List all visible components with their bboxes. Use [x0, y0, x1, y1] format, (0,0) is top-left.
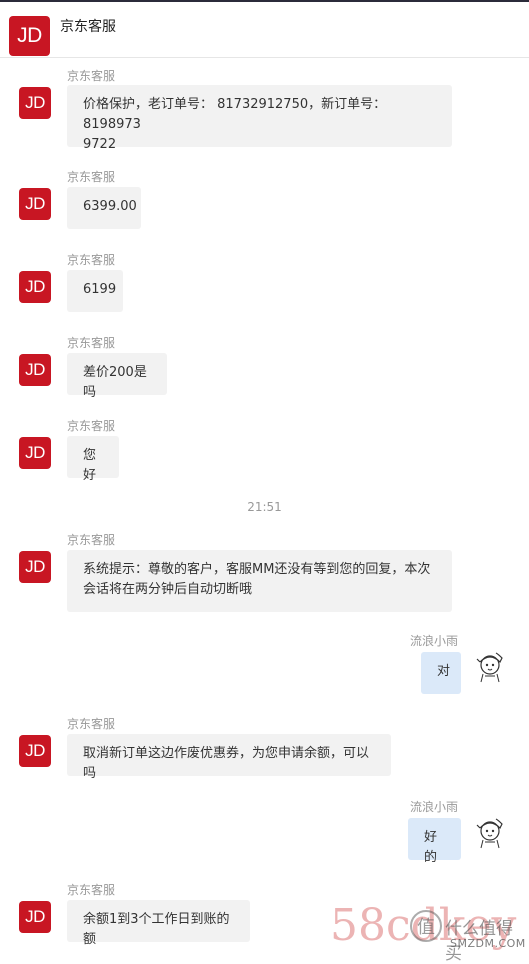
chat-title: 京东客服	[60, 19, 116, 35]
agent-name: 京东客服	[67, 533, 116, 547]
agent-name: 京东客服	[67, 883, 116, 897]
agent-name: 京东客服	[67, 69, 116, 83]
jd-logo: JD	[9, 16, 50, 56]
agent-name: 京东客服	[67, 336, 116, 350]
message-text: 会话将在两分钟后自动切断哦	[83, 582, 253, 597]
agent-avatar: JD	[19, 354, 51, 386]
message-text: 6199	[83, 282, 117, 297]
message-text: 好的	[424, 830, 438, 865]
agent-avatar: JD	[19, 551, 51, 583]
user-message-bubble[interactable]: 好的	[408, 818, 461, 865]
agent-avatar: JD	[19, 735, 51, 767]
user-name: 流浪小雨	[410, 800, 459, 814]
message-bubble[interactable]: 价格保护，老订单号： 81732912750，新订单号： 8198973 972…	[67, 85, 452, 152]
message-text: 对	[437, 664, 451, 679]
user-message-bubble[interactable]: 对	[421, 652, 461, 694]
agent-name: 京东客服	[67, 253, 116, 267]
message-text: 差价200是吗	[83, 365, 147, 400]
user-avatar-icon	[476, 652, 503, 683]
agent-name: 京东客服	[67, 717, 116, 731]
agent-name: 京东客服	[67, 170, 116, 184]
chat-area[interactable]: JD 京东客服 价格保护，老订单号： 81732912750，新订单号： 819…	[0, 58, 529, 956]
message-text: 余额1到3个工作日到账的额	[83, 912, 230, 947]
message-text: 9722	[83, 137, 117, 152]
message-text: 6399.00	[83, 199, 137, 214]
message-bubble[interactable]: 6199	[67, 270, 123, 312]
chat-header: JD 京东客服	[0, 2, 529, 58]
message-bubble[interactable]: 系统提示：尊敬的客户，客服MM还没有等到您的回复，本次 会话将在两分钟后自动切断…	[67, 550, 452, 612]
message-text: 取消新订单这边作废优惠券，为您申请余额，可以吗	[83, 746, 370, 781]
message-text: 您好	[83, 448, 97, 483]
message-bubble[interactable]: 您好	[67, 436, 119, 483]
agent-avatar: JD	[19, 901, 51, 933]
message-bubble[interactable]: 6399.00	[67, 187, 141, 229]
message-bubble[interactable]: 取消新订单这边作废优惠券，为您申请余额，可以吗	[67, 734, 391, 781]
agent-avatar: JD	[19, 87, 51, 119]
message-bubble[interactable]: 差价200是吗	[67, 353, 167, 400]
agent-avatar: JD	[19, 271, 51, 303]
message-text: 系统提示：尊敬的客户，客服MM还没有等到您的回复，本次	[83, 562, 431, 577]
user-avatar-icon	[476, 818, 503, 849]
agent-name: 京东客服	[67, 419, 116, 433]
message-bubble[interactable]: 余额1到3个工作日到账的额	[67, 900, 250, 947]
timestamp: 21:51	[247, 500, 282, 514]
user-name: 流浪小雨	[410, 634, 459, 648]
agent-avatar: JD	[19, 188, 51, 220]
message-text: 价格保护，老订单号： 81732912750，新订单号： 8198973	[83, 97, 387, 132]
agent-avatar: JD	[19, 437, 51, 469]
